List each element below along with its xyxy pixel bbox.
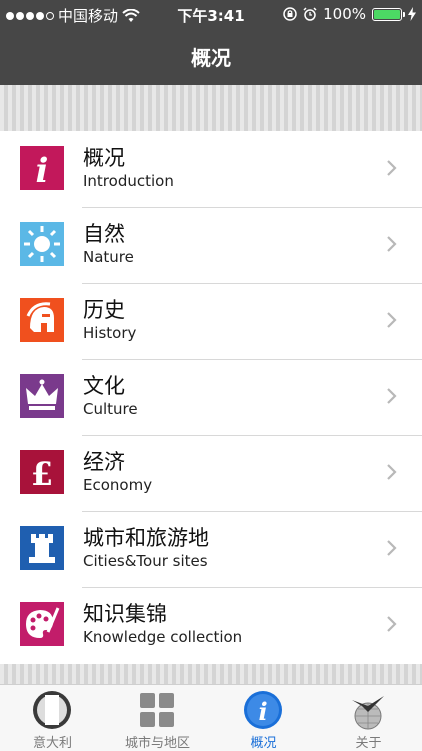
tab-label: 城市与地区 [124,736,190,751]
alarm-icon [303,7,317,21]
rotation-lock-icon [283,7,297,21]
chevron-right-icon [387,160,397,176]
crown-icon [20,374,64,418]
menu-item-subtitle: Cities&Tour sites [83,552,208,570]
striped-header-band [0,85,422,131]
menu-item-texts: 城市和旅游地 Cities&Tour sites [83,525,209,571]
tab-label: 关于 [355,736,382,751]
page-title: 概况 [191,46,231,70]
tab-label: 意大利 [32,736,72,751]
menu-list: i 概况 Introduction 自然 Nature 历史 History 文… [0,131,422,664]
menu-item-texts: 知识集锦 Knowledge collection [83,601,242,647]
status-right: 100% [283,5,416,23]
info-icon: i [244,691,282,729]
menu-item-texts: 文化 Culture [83,373,138,419]
menu-item-subtitle: Economy [83,476,153,494]
tab-label: 概况 [250,736,277,751]
menu-item-subtitle: Nature [83,248,134,266]
menu-item-nature[interactable]: 自然 Nature [0,207,422,283]
menu-item-subtitle: Introduction [83,172,174,190]
sun-icon [20,222,64,266]
tab-about[interactable]: 关于 [316,685,421,751]
tab-overview[interactable]: i 概况 [211,685,316,751]
menu-item-subtitle: History [83,324,137,342]
pound-icon: £ [20,450,64,494]
chevron-right-icon [387,236,397,252]
menu-item-title: 历史 [83,298,125,322]
menu-item-title: 文化 [83,374,125,398]
chevron-right-icon [387,540,397,556]
svg-text:£: £ [31,455,53,493]
menu-item-texts: 历史 History [83,297,136,343]
striped-footer-band [0,664,422,684]
chevron-right-icon [387,388,397,404]
battery-icon [372,7,405,21]
tab-italy[interactable]: 意大利 [0,685,105,751]
menu-item-title: 自然 [83,222,125,246]
status-bar: 中国移动 下午3:41 100% [0,0,422,30]
svg-text:i: i [258,697,267,726]
menu-item-texts: 自然 Nature [83,221,134,267]
svg-text:i: i [36,151,49,190]
menu-item-economy[interactable]: £ 经济 Economy [0,435,422,511]
chevron-right-icon [387,464,397,480]
globe-bird-icon [352,696,384,730]
info-icon: i [20,146,64,190]
menu-item-knowledge[interactable]: 知识集锦 Knowledge collection [0,587,422,663]
charging-bolt-icon [408,7,416,21]
menu-item-culture[interactable]: 文化 Culture [0,359,422,435]
flag-icon [33,691,71,729]
grid-icon [140,693,174,727]
menu-item-title: 城市和旅游地 [83,526,209,550]
battery-percent: 100% [323,5,366,23]
menu-item-title: 经济 [83,450,125,474]
tab-cities-regions[interactable]: 城市与地区 [105,685,210,751]
spartan-helmet-icon [20,298,64,342]
palette-icon [20,602,64,646]
menu-item-title: 概况 [83,146,125,170]
menu-item-subtitle: Culture [83,400,138,418]
menu-item-introduction[interactable]: i 概况 Introduction [0,131,422,207]
menu-item-texts: 概况 Introduction [83,145,174,191]
menu-item-texts: 经济 Economy [83,449,152,495]
tab-bar: 意大利 城市与地区 i 概况 关于 [0,684,422,751]
top-bar: 中国移动 下午3:41 100% 概况 [0,0,422,85]
menu-item-title: 知识集锦 [83,602,167,626]
chevron-right-icon [387,616,397,632]
chevron-right-icon [387,312,397,328]
menu-item-cities[interactable]: 城市和旅游地 Cities&Tour sites [0,511,422,587]
castle-tower-icon [20,526,64,570]
menu-item-history[interactable]: 历史 History [0,283,422,359]
menu-item-subtitle: Knowledge collection [83,628,243,646]
